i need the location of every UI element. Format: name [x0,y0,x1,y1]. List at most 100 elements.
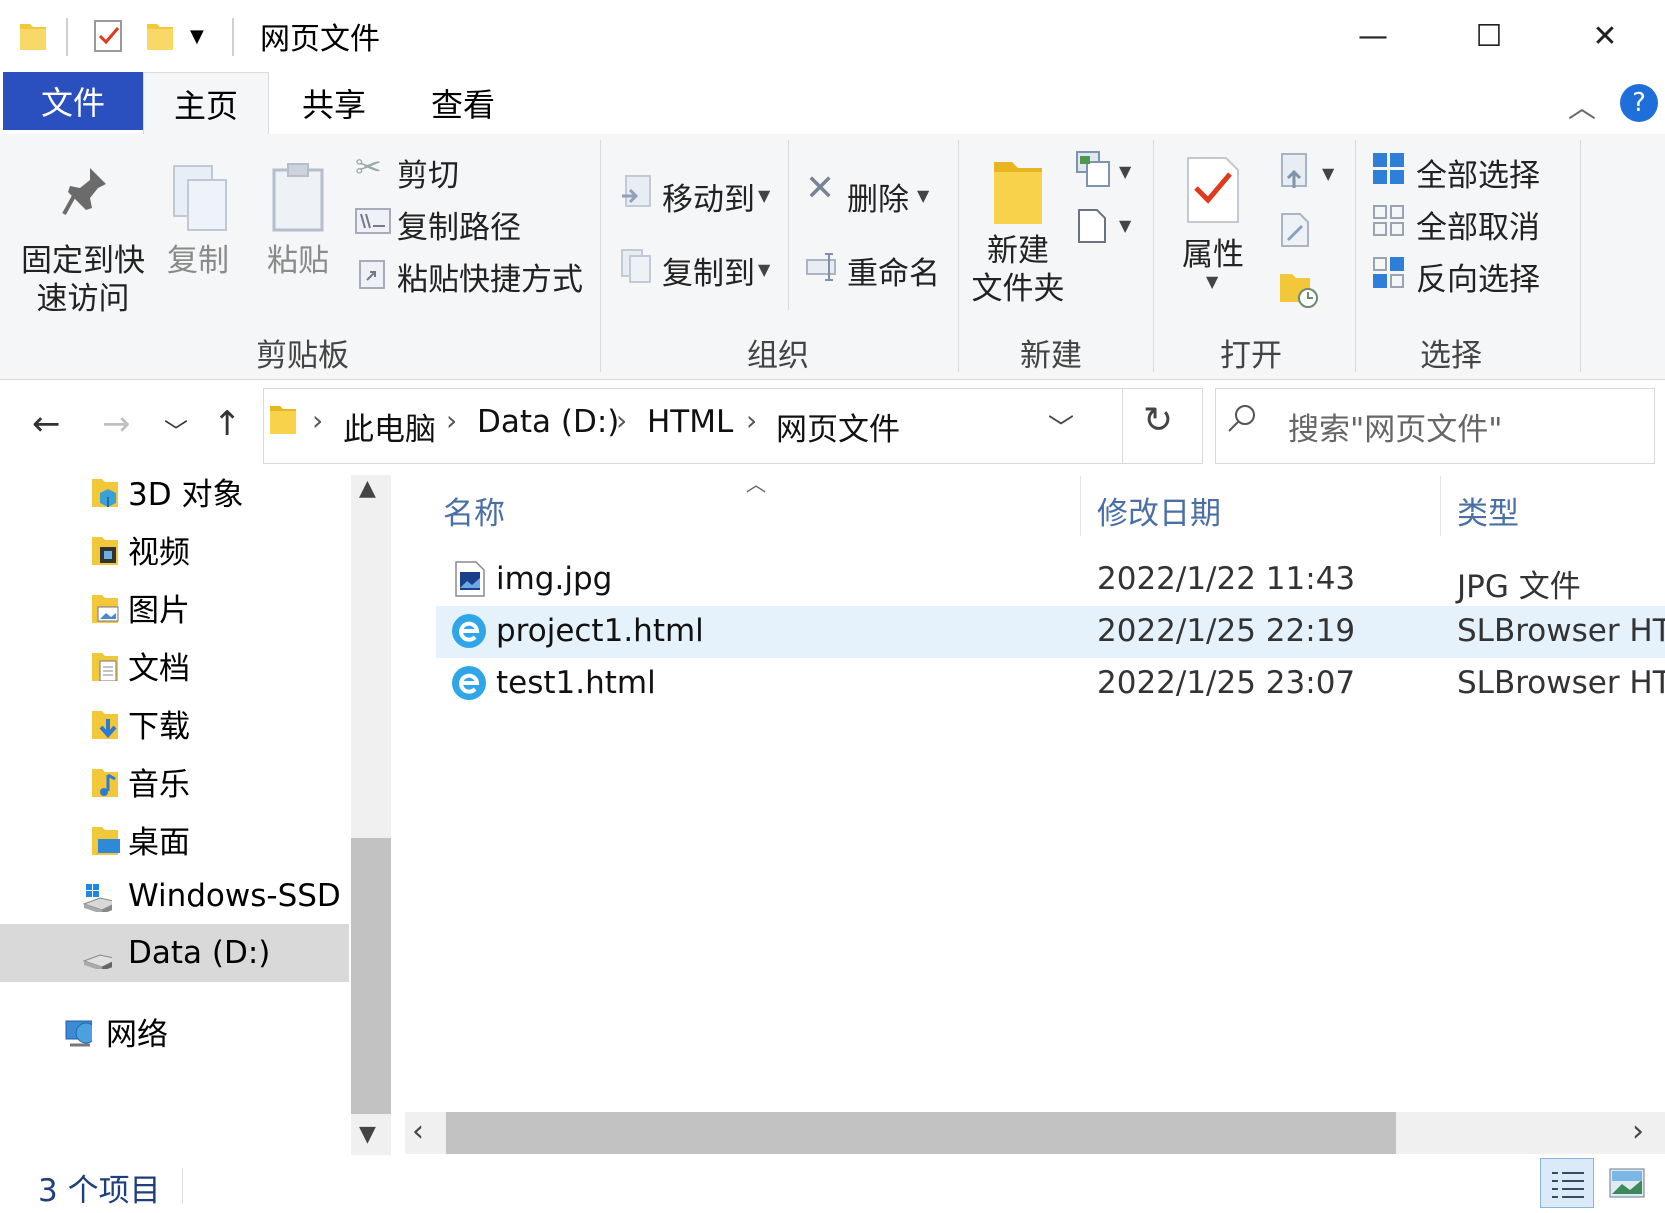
paste-shortcut-icon [359,260,385,289]
paste-button[interactable]: 粘贴 [258,160,338,290]
open-button[interactable]: ▼ [1278,150,1338,196]
file-type: SLBrowser HTM [1457,613,1665,649]
nav-item-desktop[interactable]: 桌面 [0,810,349,868]
nav-item-label: 桌面 [128,824,190,861]
minimize-button[interactable]: — [1315,0,1431,72]
history-button[interactable] [1278,268,1318,308]
column-separator[interactable] [1080,476,1081,536]
easy-access-button[interactable]: ▼ [1075,204,1135,248]
tab-share[interactable]: 共享 [302,72,366,134]
breadcrumb-data-drive[interactable]: Data (D:) [477,404,619,440]
breadcrumb-current-folder[interactable]: 网页文件 [776,404,900,449]
collapse-ribbon-icon[interactable]: ︿ [1568,86,1596,126]
help-button[interactable]: ? [1620,84,1658,122]
nav-item-3d-objects[interactable]: 3D 对象 [0,462,349,520]
clipboard-paste-icon [272,163,324,232]
nav-pane-scrollbar-thumb[interactable] [351,838,391,1114]
breadcrumb-chevron-icon[interactable]: › [446,404,457,437]
tab-home[interactable]: 主页 [143,72,269,134]
customize-quick-access-dropdown-icon[interactable]: ▼ [190,26,204,47]
copy-to-dropdown-icon: ▼ [758,260,771,279]
invert-selection-button[interactable]: 反向选择 [1372,250,1562,298]
properties-button[interactable]: 属性 ▼ [1168,150,1258,291]
rename-button[interactable]: 重命名 [805,242,945,292]
select-all-button[interactable]: 全部选择 [1372,146,1562,194]
nav-item-music[interactable]: 音乐 [0,752,349,810]
nav-item-pictures[interactable]: 图片 [0,578,349,636]
separator [1355,140,1356,372]
nav-item-downloads[interactable]: 下载 [0,694,349,752]
horizontal-scrollbar-thumb[interactable] [446,1112,1396,1154]
nav-item-label: 3D 对象 [128,476,244,513]
file-row-test1[interactable]: test1.html 2022/1/25 23:07 SLBrowser HTM [436,658,1665,710]
column-header-date[interactable]: 修改日期 [1097,488,1221,533]
file-row-project1[interactable]: project1.html 2022/1/25 22:19 SLBrowser … [436,606,1665,658]
file-type: SLBrowser HTM [1457,665,1665,701]
nav-item-network[interactable]: 网络 [0,1002,349,1060]
paste-shortcut-button[interactable]: 粘贴快捷方式 [355,250,585,298]
close-button[interactable]: ✕ [1547,0,1663,72]
move-to-icon [622,175,651,207]
breadcrumb-chevron-icon[interactable]: › [312,404,323,437]
edit-button[interactable] [1278,210,1318,250]
column-header-name[interactable]: 名称 [443,488,505,533]
breadcrumb-chevron-icon[interactable]: › [746,404,757,437]
nav-item-data-drive[interactable]: Data (D:) [0,924,349,982]
folder-icon [270,406,296,434]
delete-x-icon: ✕ [805,168,836,209]
music-folder-icon [92,769,118,797]
column-header-type[interactable]: 类型 [1457,488,1519,533]
address-history-dropdown-icon[interactable]: ﹀ [1048,408,1074,445]
new-item-button[interactable]: ▼ [1075,150,1135,194]
column-separator[interactable] [1440,476,1441,536]
nav-item-windows-ssd[interactable]: Windows-SSD ( [0,867,363,925]
large-icons-view-button[interactable] [1600,1158,1654,1208]
separator [600,140,601,372]
new-folder-button[interactable]: 新建 文件夹 [968,150,1068,310]
3d-objects-icon [92,479,118,507]
tab-file[interactable]: 文件 [3,72,143,130]
breadcrumb-html[interactable]: HTML [647,404,733,440]
copy-path-button[interactable]: 复制路径 [355,198,585,246]
file-row-img[interactable]: img.jpg 2022/1/22 11:43 JPG 文件 [436,554,1665,606]
new-folder-quick-icon[interactable] [145,20,175,52]
file-date: 2022/1/25 22:19 [1097,613,1356,649]
group-label-open: 打开 [1220,338,1282,374]
refresh-icon: ↻ [1143,400,1174,441]
tab-view[interactable]: 查看 [431,72,495,134]
properties-dropdown-icon: ▼ [1206,272,1219,291]
scroll-right-arrow-icon[interactable]: › [1632,1114,1644,1149]
recent-locations-dropdown-icon[interactable]: ﹀ [164,412,188,447]
scissors-icon: ✂ [355,148,382,186]
back-button[interactable]: ← [32,404,61,444]
copy-to-button[interactable]: 复制到 ▼ [620,242,780,292]
select-none-button[interactable]: 全部取消 [1372,198,1562,246]
easy-access-icon [1078,209,1106,243]
slbrowser-html-icon [452,666,486,700]
copy-button[interactable]: 复制 [158,160,238,290]
nav-item-documents[interactable]: 文档 [0,636,349,694]
rename-icon [806,253,836,281]
delete-button[interactable]: ✕ 删除 ▼ [805,168,935,218]
forward-button[interactable]: → [102,404,131,444]
move-to-button[interactable]: 移动到 ▼ [620,168,780,218]
new-folder-label-line1: 新建 [987,233,1049,269]
properties-quick-icon[interactable] [92,18,124,54]
nav-item-videos[interactable]: 视频 [0,520,349,578]
sort-ascending-icon: ︿ [746,472,766,496]
group-label-organize: 组织 [747,338,809,374]
large-icons-view-icon [1609,1168,1645,1198]
details-view-button[interactable] [1540,1158,1594,1208]
up-button[interactable]: ↑ [213,404,242,444]
folder-icon [20,24,46,50]
maximize-button[interactable]: ☐ [1431,0,1547,72]
copy-path-label: 复制路径 [397,210,521,246]
breadcrumb-this-pc[interactable]: 此电脑 [343,404,436,449]
scroll-left-arrow-icon[interactable]: ‹ [412,1114,424,1149]
pin-to-quick-access-button[interactable]: 固定到快 速访问 [18,160,148,320]
scroll-down-arrow-icon[interactable]: ▼ [359,1122,376,1147]
open-icon [1281,153,1307,188]
cut-button[interactable]: ✂ 剪切 [355,146,585,194]
breadcrumb-chevron-icon[interactable]: › [616,404,627,437]
scroll-up-arrow-icon[interactable]: ▲ [359,476,376,501]
